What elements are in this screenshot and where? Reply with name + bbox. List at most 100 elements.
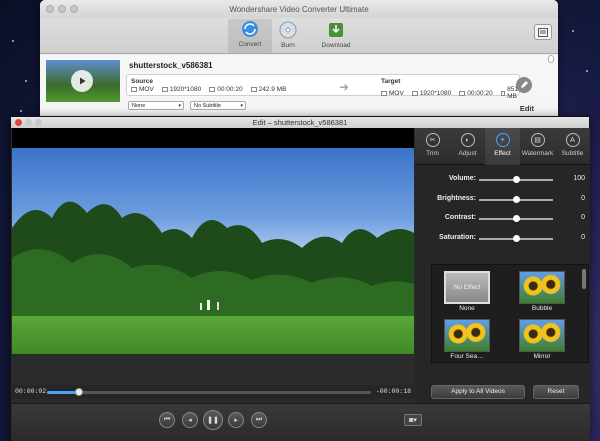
volume-row: Volume: 100 (415, 173, 590, 193)
format-icon (131, 87, 137, 92)
contrast-slider-knob[interactable] (512, 215, 520, 222)
target-info: MOV 1920*1080 00:00:20 851.1 MB (381, 86, 525, 100)
burn-tab-label: Burn (281, 42, 295, 49)
format-icon (381, 90, 387, 96)
next-frame-button[interactable]: ▸ (228, 412, 244, 428)
play-preview-button[interactable] (71, 70, 93, 92)
audio-track-select[interactable]: None ▾ (128, 101, 184, 110)
skip-to-end-button[interactable]: ⏭ (251, 412, 267, 428)
edit-side-panel: ✂ Trim ◐ Adjust ✦ Effect ▤ Watermark A S… (415, 128, 590, 403)
tab-adjust[interactable]: ◐ Adjust (450, 128, 485, 165)
effect-four-seasons[interactable]: Four Sea… (444, 319, 490, 360)
tab-trim[interactable]: ✂ Trim (415, 128, 450, 165)
edit-tabs: ✂ Trim ◐ Adjust ✦ Effect ▤ Watermark A S… (415, 128, 590, 165)
tab-trim-label: Trim (426, 150, 439, 157)
source-info: MOV 1920*1080 00:00:20 242.9 MB (131, 86, 286, 93)
effect-mirror[interactable]: Mirror (519, 319, 565, 360)
step-back-icon: ◂ (188, 417, 192, 424)
effect-bubble[interactable]: Bubble (519, 271, 565, 312)
saturation-value: 0 (581, 233, 585, 241)
pencil-icon (521, 81, 528, 88)
brightness-row: Brightness: 0 (415, 193, 590, 213)
convert-arrow-icon: ➜ (339, 80, 350, 94)
volume-label: Volume: (448, 175, 476, 182)
target-duration: 00:00:20 (459, 86, 493, 100)
seek-slider[interactable] (47, 388, 371, 396)
adjust-sliders: Volume: 100 Brightness: 0 Contrast: 0 Sa… (415, 173, 590, 251)
source-size: 242.9 MB (250, 86, 286, 93)
volume-value: 100 (573, 175, 585, 182)
scroll-indicator[interactable] (548, 55, 554, 63)
source-resolution: 1920*1080 (161, 86, 201, 93)
current-time: 00:00:02 (15, 388, 47, 395)
edit-window-title: Edit – shutterstock_v586381 (252, 118, 348, 127)
download-icon (325, 20, 347, 40)
schedule-icon (538, 27, 548, 37)
subtitle-icon: A (565, 133, 580, 147)
audio-track-value: None (132, 103, 146, 109)
clock-icon (209, 87, 216, 92)
effect-none-thumbnail: No Effect (444, 271, 490, 304)
reset-button[interactable]: Reset (533, 385, 579, 399)
edit-label[interactable]: Edit (520, 104, 534, 113)
tab-effect-label: Effect (494, 150, 511, 157)
previous-frame-button[interactable]: ◂ (182, 412, 198, 428)
tab-effect[interactable]: ✦ Effect (485, 128, 520, 165)
brightness-slider-knob[interactable] (512, 195, 520, 203)
converter-titlebar: Wondershare Video Converter Ultimate (40, 0, 558, 18)
effect-mirror-thumbnail (519, 319, 565, 352)
apply-to-all-button[interactable]: Apply to All Videos (431, 385, 525, 399)
file-info-box: Source MOV 1920*1080 00:00:20 242.9 MB ➜… (126, 74, 523, 100)
saturation-slider-knob[interactable] (512, 234, 520, 242)
volume-slider[interactable] (479, 176, 553, 183)
remaining-time: -00:00:18 (375, 388, 411, 395)
video-thumbnail[interactable] (46, 60, 120, 102)
task-schedule-button[interactable] (534, 24, 552, 40)
volume-slider-knob[interactable] (512, 176, 520, 183)
tab-watermark-label: Watermark (521, 150, 554, 157)
video-preview[interactable] (12, 128, 414, 354)
contrast-row: Contrast: 0 (415, 212, 590, 232)
effect-mirror-label: Mirror (533, 353, 551, 360)
effects-scrollbar[interactable] (582, 269, 586, 289)
edit-window: Edit – shutterstock_v586381 ✂ Trim ◐ Adj… (10, 116, 590, 441)
adjust-icon: ◐ (460, 133, 475, 147)
contrast-slider[interactable] (479, 215, 553, 222)
pause-button[interactable]: ❚❚ (203, 410, 223, 430)
source-label: Source (131, 78, 154, 85)
chevron-down-icon: ▾ (240, 103, 243, 109)
brightness-label: Brightness: (437, 194, 476, 202)
brightness-slider[interactable] (479, 195, 553, 203)
subtitle-select[interactable]: No Subtitle ▾ (190, 101, 246, 110)
seek-knob[interactable] (75, 388, 84, 396)
effect-wand-icon: ✦ (495, 133, 510, 147)
file-list-item[interactable]: shutterstock_v586381 Source MOV 1920*108… (40, 55, 558, 116)
effect-four-seasons-label: Four Sea… (450, 353, 484, 360)
saturation-label: Saturation: (439, 233, 476, 241)
snapshot-button[interactable]: ◙▾ (404, 414, 422, 426)
tree-line-image (12, 201, 414, 316)
source-duration: 00:00:20 (209, 86, 243, 93)
saturation-slider[interactable] (479, 234, 553, 242)
effect-bubble-thumbnail (519, 271, 565, 304)
subtitle-value: No Subtitle (194, 103, 221, 109)
target-format: MOV (381, 86, 404, 100)
tab-watermark[interactable]: ▤ Watermark (520, 128, 555, 165)
saturation-row: Saturation: 0 (415, 232, 590, 252)
download-tab[interactable]: Download (314, 20, 358, 49)
convert-icon (239, 19, 261, 39)
edit-button[interactable] (516, 77, 532, 93)
tab-subtitle[interactable]: A Subtitle (555, 128, 590, 165)
tab-adjust-label: Adjust (458, 150, 477, 157)
skip-to-start-button[interactable]: ⏮ (159, 412, 175, 428)
target-label: Target (381, 78, 401, 85)
timeline-bar: 00:00:02 -00:00:18 (12, 385, 414, 399)
skip-start-icon: ⏮ (163, 416, 171, 423)
contrast-label: Contrast: (444, 214, 476, 221)
playback-controls: ⏮ ◂ ❚❚ ▸ ⏭ ◙▾ (12, 403, 590, 441)
effect-none[interactable]: No Effect None (444, 271, 490, 312)
converter-window: Wondershare Video Converter Ultimate Con… (40, 0, 558, 116)
watermark-icon: ▤ (530, 133, 545, 147)
burn-tab[interactable]: Burn (266, 20, 310, 49)
step-forward-icon: ▸ (234, 417, 238, 424)
